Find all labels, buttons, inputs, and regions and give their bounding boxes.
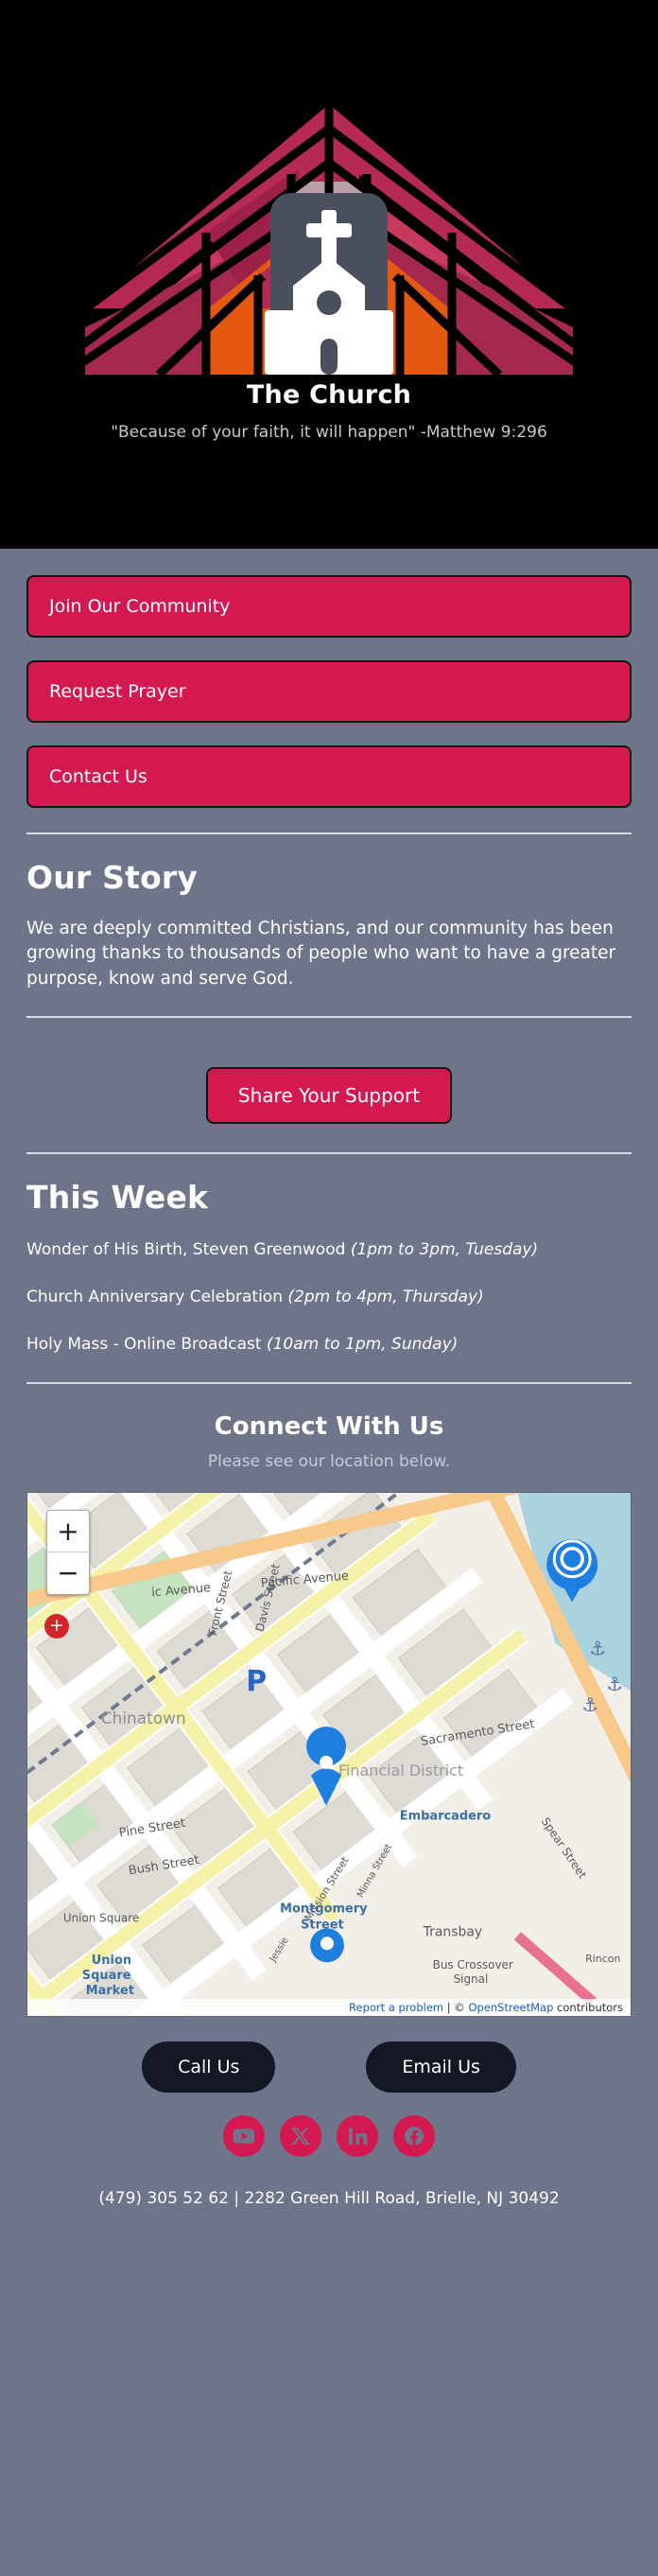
list-item: Church Anniversary Celebration (2pm to 4…: [26, 1288, 632, 1306]
this-week-section: This Week Wonder of His Birth, Steven Gr…: [26, 1179, 632, 1354]
event-time: (10am to 1pm, Sunday): [266, 1334, 459, 1354]
map-anchor-icon: ⚓: [606, 1674, 623, 1695]
map-anchor-icon: ⚓: [581, 1694, 598, 1716]
main-content: Join Our Community Request Prayer Contac…: [0, 549, 658, 2227]
map-label-signal: Signal: [454, 1972, 489, 1986]
church-stained-glass-logo: [64, 91, 594, 375]
event-title: Church Anniversary Celebration: [26, 1287, 283, 1306]
event-title: Holy Mass - Online Broadcast: [26, 1334, 262, 1354]
map-label-square: Square: [82, 1969, 131, 1983]
map-zoom-controls[interactable]: + −: [46, 1509, 90, 1595]
map-label-financial-district: Financial District: [338, 1761, 463, 1779]
list-item: Wonder of His Birth, Steven Greenwood (1…: [26, 1240, 632, 1259]
connect-with-us-heading: Connect With Us: [214, 1411, 444, 1441]
map-attribution: Report a problem | © OpenStreetMap contr…: [27, 1998, 631, 2016]
share-your-support-button[interactable]: Share Your Support: [205, 1066, 453, 1124]
map-label-market: Market: [86, 1984, 134, 1998]
map-parking-icon: P: [246, 1665, 267, 1698]
this-week-heading: This Week: [26, 1178, 209, 1216]
event-time: (2pm to 4pm, Thursday): [287, 1287, 484, 1306]
attribution-tail: contributors: [553, 2000, 623, 2014]
hero-tagline: "Because of your faith, it will happen" …: [111, 423, 547, 442]
report-a-problem-link[interactable]: Report a problem: [349, 2001, 443, 2014]
request-prayer-button[interactable]: Request Prayer: [26, 660, 632, 723]
our-story-heading: Our Story: [26, 859, 199, 896]
call-us-button[interactable]: Call Us: [142, 2041, 276, 2093]
youtube-icon[interactable]: [223, 2114, 265, 2157]
linkedin-icon[interactable]: [337, 2114, 378, 2157]
join-our-community-button[interactable]: Join Our Community: [26, 575, 632, 638]
facebook-icon[interactable]: [393, 2114, 435, 2157]
cta-button-group: Join Our Community Request Prayer Contac…: [26, 549, 632, 808]
this-week-list: Wonder of His Birth, Steven Greenwood (1…: [26, 1240, 632, 1354]
list-item: Holy Mass - Online Broadcast (10am to 1p…: [26, 1335, 632, 1354]
connect-with-us-subtitle: Please see our location below.: [207, 1451, 451, 1471]
x-twitter-icon[interactable]: [280, 2114, 321, 2157]
map-label-rincon: Rincon: [585, 1953, 620, 1965]
contact-button-row: Call Us Email Us: [26, 2041, 632, 2093]
map-label-union-square: Union Square: [63, 1911, 139, 1924]
map-label-embarcadero: Embarcadero: [400, 1810, 492, 1824]
divider: [26, 1151, 632, 1154]
footer-address: (479) 305 52 62 | 2282 Green Hill Road, …: [98, 2188, 560, 2208]
our-story-section: Our Story We are deeply committed Christ…: [26, 859, 632, 991]
contact-us-button[interactable]: Contact Us: [26, 745, 632, 808]
hero-section: The Church "Because of your faith, it wi…: [0, 0, 658, 549]
email-us-button[interactable]: Email Us: [366, 2041, 516, 2093]
map-zoom-out-button[interactable]: −: [47, 1552, 89, 1594]
attribution-separator: | ©: [443, 2000, 469, 2014]
page-title: The Church: [246, 380, 412, 410]
social-links-row: [26, 2114, 632, 2157]
map-label-transbay: Transbay: [423, 1924, 482, 1939]
location-map[interactable]: ic Avenue Pacific Avenue Chinatown Front…: [26, 1491, 632, 2017]
svg-text:P: P: [246, 1665, 267, 1698]
our-story-body: We are deeply committed Christians, and …: [26, 919, 616, 989]
map-add-marker-icon[interactable]: +: [44, 1613, 69, 1638]
openstreetmap-link[interactable]: OpenStreetMap: [468, 2001, 553, 2014]
divider: [26, 1015, 632, 1018]
divider: [26, 1381, 632, 1384]
event-time: (1pm to 3pm, Tuesday): [350, 1239, 539, 1259]
map-pin-tertiary: [310, 1928, 344, 1963]
map-label-union-square-market: Union: [92, 1954, 131, 1968]
map-anchor-icon: ⚓: [589, 1638, 606, 1659]
map-zoom-in-button[interactable]: +: [47, 1511, 89, 1552]
share-support-row: Share Your Support: [26, 1043, 632, 1128]
divider: [26, 832, 632, 834]
event-title: Wonder of His Birth, Steven Greenwood: [26, 1239, 346, 1259]
map-label-chinatown: Chinatown: [101, 1709, 186, 1727]
map-label-bus-crossover: Bus Crossover: [433, 1958, 513, 1971]
